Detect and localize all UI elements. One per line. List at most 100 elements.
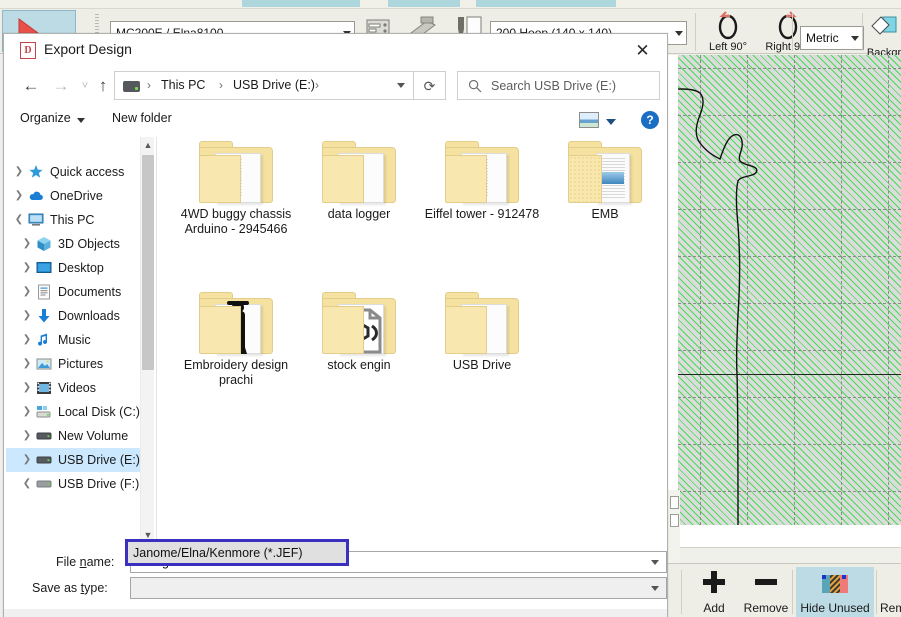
- chevron-down-icon[interactable]: ❮: [20, 472, 34, 496]
- tree-scrollbar[interactable]: ▲ ▼: [140, 137, 154, 543]
- sidebar-item-usb-drive-e[interactable]: ❯ USB Drive (E:): [6, 448, 150, 472]
- rotate-left-button[interactable]: Left 90°: [700, 9, 756, 54]
- chevron-right-icon[interactable]: ❯: [20, 256, 34, 280]
- back-button[interactable]: ←: [18, 73, 44, 99]
- sidebar-item-quick-access[interactable]: ❯ Quick access: [6, 160, 150, 184]
- close-icon[interactable]: ✕: [620, 36, 665, 66]
- view-layout-icon[interactable]: [579, 112, 599, 128]
- breadcrumb-item-usb-drive[interactable]: USB Drive (E:): [233, 78, 315, 92]
- sidebar-item-downloads[interactable]: ❯ Downloads: [6, 304, 150, 328]
- sidebar-label: USB Drive (E:): [58, 453, 140, 467]
- list-item[interactable]: 4WD buggy chassis Arduino - 2945466: [177, 141, 295, 237]
- chevron-right-icon[interactable]: ❯: [20, 232, 34, 256]
- chevron-right-icon[interactable]: ❯: [20, 352, 34, 376]
- folder-icon: [445, 141, 519, 203]
- new-folder-button[interactable]: New folder: [112, 111, 172, 125]
- chevron-right-icon[interactable]: ❯: [20, 400, 34, 424]
- add-color-button[interactable]: Add: [688, 567, 740, 617]
- sidebar-item-new-volume-d[interactable]: ❯ New Volume (D:): [6, 424, 150, 467]
- list-item[interactable]: stock engin: [300, 292, 418, 373]
- list-item[interactable]: Embroidery design prachi: [177, 292, 295, 388]
- monitor-icon: [28, 213, 44, 226]
- palette-swatch[interactable]: [670, 496, 679, 509]
- chevron-right-icon[interactable]: ❯: [20, 448, 34, 472]
- sidebar-item-this-pc[interactable]: ❮ This PC: [6, 208, 150, 232]
- sidebar-label: USB Drive (F:): [58, 477, 140, 491]
- chevron-down-icon[interactable]: [77, 118, 85, 123]
- sidebar-item-local-disk-c[interactable]: ❯ Local Disk (C:): [6, 400, 150, 424]
- folder-icon: [322, 141, 396, 203]
- save-as-type-combo[interactable]: [130, 577, 667, 599]
- cloud-icon: [29, 191, 43, 201]
- remove-color-button[interactable]: Remove: [740, 567, 792, 617]
- refresh-button[interactable]: ⟳: [414, 71, 446, 100]
- chevron-right-icon[interactable]: ❯: [12, 184, 26, 208]
- chevron-down-icon[interactable]: [651, 586, 659, 591]
- file-list[interactable]: 4WD buggy chassis Arduino - 2945466 data…: [159, 137, 667, 543]
- sidebar-label: Documents: [58, 285, 122, 299]
- add-label: Add: [703, 601, 725, 615]
- sidebar-item-usb-drive-f[interactable]: ❮ USB Drive (F:): [6, 472, 150, 496]
- breadcrumb-separator: ›: [147, 78, 151, 92]
- toolbar-separator: [792, 570, 793, 614]
- design-canvas[interactable]: [668, 55, 901, 547]
- navigation-tree[interactable]: ❯ Quick access ❯ OneDrive ❮ This PC ❯ 3D…: [6, 137, 150, 543]
- chevron-right-icon[interactable]: ❯: [20, 280, 34, 304]
- sidebar-item-music[interactable]: ❯ Music: [6, 328, 150, 352]
- help-icon[interactable]: ?: [641, 111, 659, 129]
- list-item[interactable]: data logger: [300, 141, 418, 222]
- app-ribbon-strip: [0, 0, 901, 9]
- design-outline-path: [678, 88, 758, 525]
- background-button[interactable]: Backgr: [866, 13, 901, 59]
- chevron-right-icon[interactable]: ❯: [12, 160, 26, 184]
- dialog-footer: ▲ Hide Folders Options... Save Cancel: [4, 609, 667, 617]
- breadcrumb-item-this-pc[interactable]: This PC: [161, 78, 205, 92]
- hide-unused-button[interactable]: Hide Unused: [796, 567, 874, 617]
- rotate-right-icon: [778, 11, 798, 40]
- sidebar-item-onedrive[interactable]: ❯ OneDrive: [6, 184, 150, 208]
- units-combo[interactable]: Metric: [800, 26, 864, 50]
- chevron-down-icon[interactable]: [651, 560, 659, 565]
- chevron-right-icon[interactable]: ❯: [20, 376, 34, 400]
- toolbar-separator: [876, 570, 877, 614]
- palette-swatch[interactable]: [670, 514, 679, 527]
- units-value: Metric: [806, 31, 839, 45]
- usb-drive-icon: [36, 456, 52, 464]
- color-palette-toolbar: Add Remove Hide Unused Rem: [668, 563, 901, 617]
- sidebar-item-desktop[interactable]: ❯ Desktop: [6, 256, 150, 280]
- save-as-type-value: Janome/Elna/Kenmore (*.JEF): [133, 546, 303, 560]
- list-item[interactable]: EMB: [546, 141, 664, 222]
- chevron-down-icon[interactable]: [397, 83, 405, 88]
- save-as-type-highlight[interactable]: Janome/Elna/Kenmore (*.JEF): [125, 539, 349, 566]
- sidebar-item-videos[interactable]: ❯ Videos: [6, 376, 150, 400]
- chevron-right-icon[interactable]: ❯: [20, 328, 34, 352]
- chevron-down-icon[interactable]: [606, 119, 616, 125]
- remove-partial-button[interactable]: Remov: [880, 567, 901, 617]
- list-item[interactable]: USB Drive: [423, 292, 541, 373]
- dialog-titlebar[interactable]: D Export Design ✕: [4, 34, 667, 67]
- organize-button[interactable]: Organize: [20, 111, 71, 125]
- chevron-right-icon[interactable]: ❯: [20, 424, 34, 448]
- drive-icon: [36, 432, 52, 440]
- folder-with-document-icon: [568, 141, 642, 203]
- scrollbar-thumb[interactable]: [142, 155, 154, 370]
- toolbar-separator: [681, 570, 682, 614]
- command-bar: Organize New folder ?: [4, 105, 667, 136]
- address-bar[interactable]: › This PC › USB Drive (E:) ›: [114, 71, 414, 100]
- sidebar-label: OneDrive: [50, 189, 103, 203]
- chevron-right-icon[interactable]: ❯: [20, 304, 34, 328]
- star-icon: [29, 165, 43, 178]
- forward-button[interactable]: →: [48, 73, 74, 99]
- sidebar-item-pictures[interactable]: ❯ Pictures: [6, 352, 150, 376]
- list-item[interactable]: Eiffel tower - 912478: [423, 141, 541, 222]
- sidebar-label: Local Disk (C:): [58, 405, 140, 419]
- scroll-up-arrow-icon[interactable]: ▲: [141, 137, 155, 153]
- sidebar-item-documents[interactable]: ❯ Documents: [6, 280, 150, 304]
- up-button[interactable]: ↑: [90, 73, 116, 99]
- usb-drive-icon: [36, 480, 52, 488]
- toolbar-separator: [792, 13, 793, 51]
- search-box[interactable]: Search USB Drive (E:): [457, 71, 660, 100]
- chevron-down-icon: [675, 31, 683, 36]
- chevron-down-icon[interactable]: ❮: [12, 208, 26, 232]
- sidebar-item-3d-objects[interactable]: ❯ 3D Objects: [6, 232, 150, 256]
